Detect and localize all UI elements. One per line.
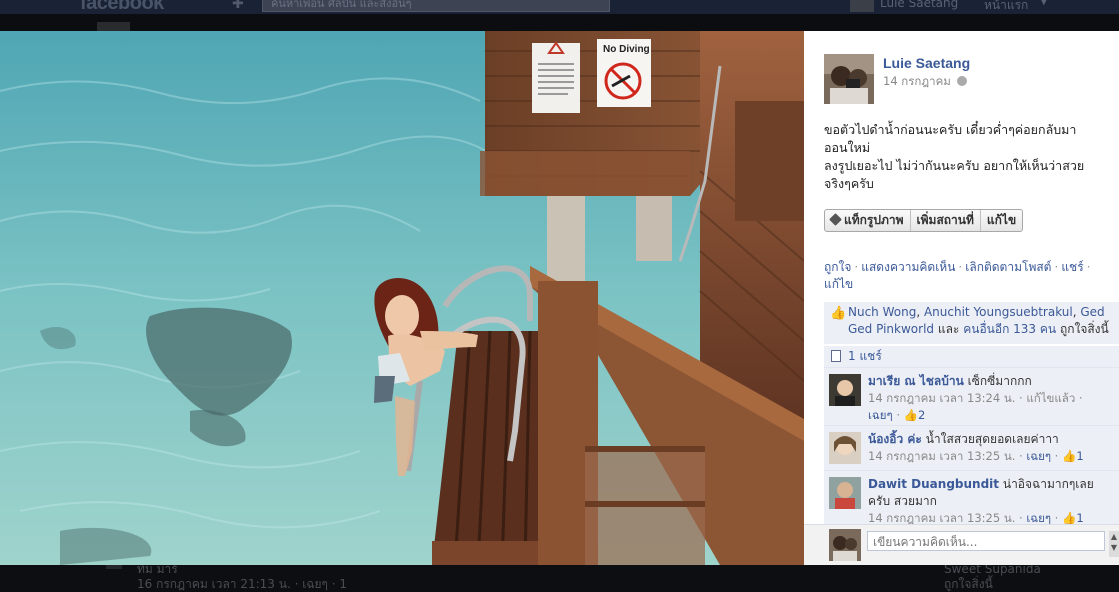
commenter-name-link[interactable]: Dawit Duangbundit [868,477,999,491]
liker-link[interactable]: Nuch Wong [848,305,916,319]
shares-link[interactable]: 1 แชร์ [848,348,882,365]
edit-link[interactable]: แก้ไข [824,277,853,291]
chevron-up-icon[interactable]: ▲ [1109,531,1119,542]
post-action-links: ถูกใจ · แสดงความคิดเห็น · เลิกติดตามโพสต์ · แช… [824,260,1091,291]
comment-link[interactable]: แสดงความคิดเห็น [861,260,955,274]
other-likers-link[interactable]: คนอื่นอีก 133 คน [963,322,1056,336]
likes-summary: 👍 Nuch Wong, Anuchit Youngsuebtrakul, Ge… [824,302,1119,344]
tag-icon [829,213,842,226]
home-link[interactable]: หน้าแรก [984,0,1028,14]
edit-button[interactable]: แก้ไข [979,210,1022,231]
comment-timestamp[interactable]: 14 กรกฎาคม เวลา 13:25 น. [868,511,1015,525]
commenter-avatar[interactable] [829,432,861,464]
commenter-avatar[interactable] [829,477,861,509]
thumbs-up-icon: 👍 [830,306,847,321]
unfollow-post-link[interactable]: เลิกติดตามโพสต์ [965,260,1051,274]
avatar [829,529,861,561]
scrollbar[interactable]: ▲ ▼ [1109,531,1119,557]
liker-link[interactable]: Ged [1080,305,1104,319]
like-link[interactable]: ถูกใจ [824,260,851,274]
commenter-avatar[interactable] [829,374,861,406]
comment-likes-count[interactable]: 👍2 [904,408,926,422]
unlike-link[interactable]: เฉยๆ [1026,511,1051,525]
liker-link[interactable]: Anuchit Youngsuebtrakul [924,305,1073,319]
photo-viewer-image[interactable]: No Diving [0,31,804,565]
add-location-button[interactable]: เพิ่มสถานที่ [909,210,980,231]
avatar[interactable] [850,0,874,12]
photo-info-panel: Luie Saetang 14 กรกฎาคม ขอตัวไปดำน้ำก่อน… [804,31,1119,565]
edited-link[interactable]: แก้ไขแล้ว [1026,391,1075,405]
comment-item: มาเรีย ณ ไชลบ้าน เซ็กซี่มากกก 14 กรกฎาคม… [824,367,1119,425]
comment-composer: เขียนความคิดเห็น... ▲ ▼ [804,524,1119,565]
photo-actions-button-group: แท็กรูปภาพ เพิ่มสถานที่ แก้ไข [824,209,1024,232]
comment-item: Dawit Duangbundit น่าอิจฉามากๆเลย ครับ ส… [824,470,1119,525]
comment-likes-count[interactable]: 👍1 [1062,449,1084,463]
shares-summary: 1 แชร์ [824,345,1119,367]
liker-link[interactable]: Ged Pinkworld [848,322,934,336]
post-caption: ขอตัวไปดำน้ำก่อนนะครับ เดี๋ยวค่ำๆค่อยกลั… [824,122,1085,191]
commenter-name-link[interactable]: มาเรีย ณ ไชลบ้าน [868,374,964,388]
share-link[interactable]: แชร์ [1061,260,1083,274]
friend-requests-icon[interactable]: ✚ [232,0,244,12]
search-input[interactable]: ค้นหาเพื่อน ศิลปิน และสิ่งอื่นๆ [262,0,610,12]
unlike-link[interactable]: เฉยๆ [868,408,893,422]
facebook-top-bar: facebook ✚ ค้นหาเพื่อน ศิลปิน และสิ่งอื่… [0,0,1119,14]
share-icon [831,350,841,362]
chevron-down-icon[interactable]: ▼ [1040,0,1048,7]
comment-input[interactable]: เขียนความคิดเห็น... [867,531,1105,551]
facebook-logo[interactable]: facebook [80,0,164,14]
no-diving-sign: No Diving [603,44,650,55]
author-avatar[interactable] [824,54,874,104]
comment-likes-count[interactable]: 👍1 [1062,511,1084,525]
post-date[interactable]: 14 กรกฎาคม [883,73,967,91]
commenter-name-link[interactable]: น้องอิ้ว ค่ะ [868,432,922,446]
comment-item: น้องอิ้ว ค่ะ น้ำใสสวยสุดยอดเลยค่าาา 14 ก… [824,425,1119,470]
comment-timestamp[interactable]: 14 กรกฎาคม เวลา 13:24 น. [868,391,1015,405]
author-name-link[interactable]: Luie Saetang [883,55,970,71]
comment-timestamp[interactable]: 14 กรกฎาคม เวลา 13:25 น. [868,449,1015,463]
unlike-link[interactable]: เฉยๆ [1026,449,1051,463]
chevron-down-icon[interactable]: ▼ [1109,542,1119,553]
profile-link[interactable]: Luie Saetang [880,0,958,10]
tag-photo-button[interactable]: แท็กรูปภาพ [825,210,910,231]
globe-icon [956,76,967,86]
background-overlay: ทิม มาร์ 16 กรกฎาคม เวลา 21:13 น. · เฉยๆ… [0,565,1119,592]
background-overlay [0,14,1119,32]
